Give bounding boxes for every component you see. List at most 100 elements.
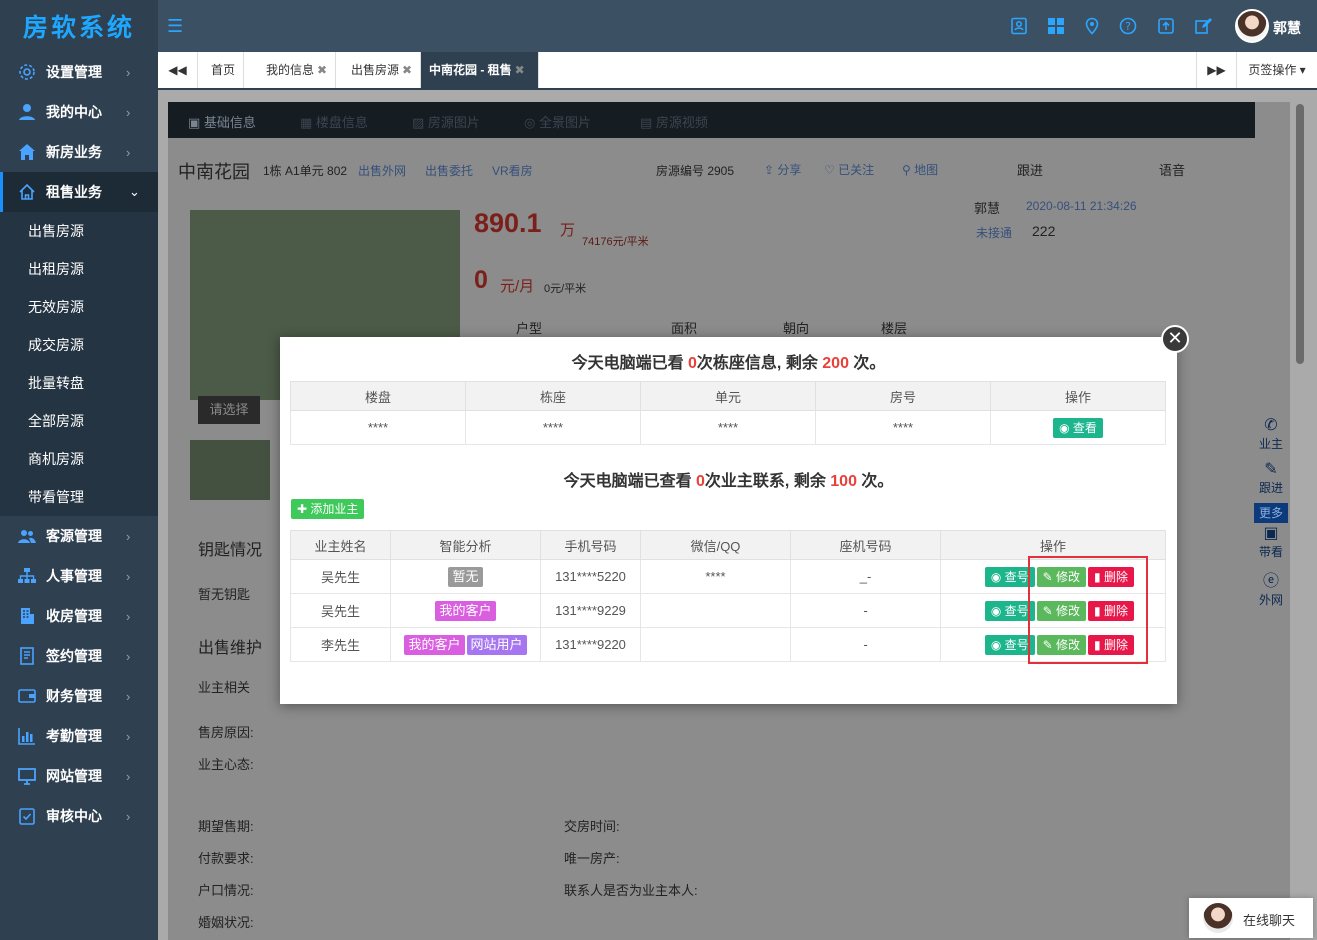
- sidebar-item-acquire[interactable]: 收房管理 ›: [0, 596, 158, 636]
- rent-unit-area: 0元/平米: [544, 283, 587, 295]
- col-header: 微信/QQ: [640, 530, 791, 560]
- label-layout: 户型: [516, 321, 543, 336]
- online-chat-button[interactable]: 在线聊天: [1189, 898, 1313, 938]
- analysis-cell: 我的客户: [390, 593, 541, 628]
- tab-scroll-left-icon[interactable]: ◀◀: [158, 52, 198, 88]
- sidebar-item-settings[interactable]: 设置管理 ›: [0, 52, 158, 92]
- ie-icon: ⓔ: [1262, 573, 1279, 590]
- external-button[interactable]: ⓔ 外网: [1254, 567, 1288, 611]
- help-icon[interactable]: ?: [1119, 17, 1137, 35]
- sidebar-subitem[interactable]: 成交房源: [0, 326, 158, 364]
- tab-scroll-right-icon[interactable]: ▶▶: [1196, 52, 1236, 88]
- field-reason: 售房原因:: [198, 725, 254, 740]
- sidebar-item-new-house[interactable]: 新房业务 ›: [0, 132, 158, 172]
- sidebar-subitem[interactable]: 带看管理: [0, 478, 158, 516]
- sidebar-item-my-center[interactable]: 我的中心 ›: [0, 92, 158, 132]
- sidebar-item-finance[interactable]: 财务管理 ›: [0, 676, 158, 716]
- tab-my-info[interactable]: 我的信息 ✖: [258, 52, 337, 88]
- followup-button[interactable]: ✎ 跟进: [1254, 459, 1288, 503]
- follow-button[interactable]: ♡ 已关注: [824, 161, 874, 178]
- share-button[interactable]: ⇪ 分享: [764, 161, 801, 178]
- upload-icon[interactable]: [1157, 17, 1175, 35]
- rent-value: 0: [474, 266, 488, 294]
- sidebar-subitem[interactable]: 商机房源: [0, 440, 158, 478]
- col-header: 栋座: [465, 381, 641, 411]
- wechat-cell: [640, 593, 791, 628]
- grid-icon[interactable]: [1047, 17, 1065, 35]
- owner-button[interactable]: ✆ 业主: [1254, 415, 1288, 459]
- wechat-cell: ****: [640, 559, 791, 594]
- field-marital: 婚姻状况:: [198, 915, 254, 930]
- contact-card-icon[interactable]: [1010, 17, 1028, 35]
- tab-followup[interactable]: 跟进: [1017, 160, 1043, 179]
- close-icon[interactable]: ✖: [515, 63, 525, 77]
- location-icon[interactable]: [1083, 17, 1101, 35]
- tab-estate-info[interactable]: ▦ 楼盘信息: [300, 112, 368, 131]
- unit-price: 74176元/平米: [582, 236, 649, 248]
- view-button[interactable]: ◉ 查看: [1053, 417, 1103, 438]
- edit-icon[interactable]: [1194, 17, 1212, 35]
- contract-icon: [18, 647, 36, 665]
- sale-entrust-link[interactable]: 出售委托: [425, 162, 473, 179]
- owner-name: 吴先生: [290, 559, 391, 594]
- close-icon[interactable]: ✖: [402, 63, 412, 77]
- dialog-title-owner: 今天电脑端已查看 0次业主联系, 剩余 100 次。: [280, 467, 1177, 491]
- tab-zhongnan-garden[interactable]: 中南花园 - 租售 ✖: [421, 52, 539, 88]
- rb-label: 带看: [1258, 545, 1283, 559]
- username[interactable]: 郭慧: [1273, 18, 1301, 38]
- sidebar-item-review[interactable]: 审核中心 ›: [0, 796, 158, 836]
- vr-link[interactable]: VR看房: [492, 162, 533, 179]
- bar-chart-icon: [18, 727, 36, 745]
- tab-basic-info[interactable]: ▣ 基础信息: [188, 112, 256, 131]
- property-name: 中南花园: [178, 162, 250, 182]
- more-button[interactable]: 更多: [1254, 503, 1288, 523]
- sidebar-subitem[interactable]: 出售房源: [0, 212, 158, 250]
- tab-operations-dropdown[interactable]: 页签操作 ▾: [1236, 52, 1317, 88]
- sidebar-item-attendance[interactable]: 考勤管理 ›: [0, 716, 158, 756]
- close-icon[interactable]: ✖: [317, 63, 327, 77]
- calendar-icon: ▣: [1263, 525, 1279, 542]
- tab-home[interactable]: 首页: [203, 52, 245, 88]
- tab-voice[interactable]: 语音: [1159, 160, 1185, 179]
- building-table: 楼盘 栋座 单元 房号 操作 **** **** **** **** ◉ 查看: [290, 381, 1166, 445]
- sidebar-item-customers[interactable]: 客源管理 ›: [0, 516, 158, 556]
- menu-toggle-icon[interactable]: ☰: [167, 17, 183, 35]
- tab-label: 中南花园 - 租售: [429, 63, 512, 77]
- tag-badge: 网站用户: [466, 634, 527, 655]
- tab-house-images[interactable]: ▨ 房源图片: [412, 112, 480, 131]
- field-unique: 唯一房产:: [564, 851, 620, 866]
- tab-panorama[interactable]: ◎ 全景图片: [524, 112, 591, 131]
- tab-video[interactable]: ▤ 房源视频: [640, 112, 708, 131]
- chevron-right-icon: ›: [126, 688, 131, 704]
- tab-ops-label: 页签操作: [1248, 63, 1297, 77]
- chevron-right-icon: ›: [126, 568, 131, 584]
- tab-sale-listings[interactable]: 出售房源 ✖: [343, 52, 422, 88]
- choose-button[interactable]: 请选择: [198, 396, 260, 424]
- avatar[interactable]: [1235, 9, 1269, 43]
- sidebar-subitem[interactable]: 出租房源: [0, 250, 158, 288]
- close-icon[interactable]: ✕: [1161, 325, 1189, 353]
- tag-badge: 我的客户: [404, 634, 465, 655]
- col-header: 操作: [990, 381, 1166, 411]
- followup-user: 郭慧: [974, 201, 1001, 216]
- users-icon: [18, 527, 36, 545]
- sidebar-subitem[interactable]: 无效房源: [0, 288, 158, 326]
- viewing-button[interactable]: ▣ 带看: [1254, 523, 1288, 567]
- photo-thumbnail[interactable]: [190, 440, 270, 500]
- property-tabs: ▣ 基础信息 ▦ 楼盘信息 ▨ 房源图片 ◎ 全景图片 ▤ 房源视频: [168, 102, 1255, 138]
- col-header: 座机号码: [790, 530, 941, 560]
- cell: ◉ 查看: [990, 410, 1166, 445]
- sale-web-link[interactable]: 出售外网: [358, 162, 406, 179]
- price-value: 890.1: [474, 208, 542, 238]
- btn-label: 查号: [1004, 603, 1029, 618]
- add-owner-button[interactable]: ✚ 添加业主: [291, 499, 365, 519]
- sidebar-item-rent-sale[interactable]: 租售业务 ⌄: [0, 172, 158, 212]
- sidebar-subitem[interactable]: 全部房源: [0, 402, 158, 440]
- sidebar-item-contract[interactable]: 签约管理 ›: [0, 636, 158, 676]
- building-icon: [18, 607, 36, 625]
- map-button[interactable]: ⚲ 地图: [902, 161, 938, 178]
- sidebar-item-website[interactable]: 网站管理 ›: [0, 756, 158, 796]
- sidebar-item-hr[interactable]: 人事管理 ›: [0, 556, 158, 596]
- scrollbar[interactable]: [1296, 104, 1304, 364]
- sidebar-subitem[interactable]: 批量转盘: [0, 364, 158, 402]
